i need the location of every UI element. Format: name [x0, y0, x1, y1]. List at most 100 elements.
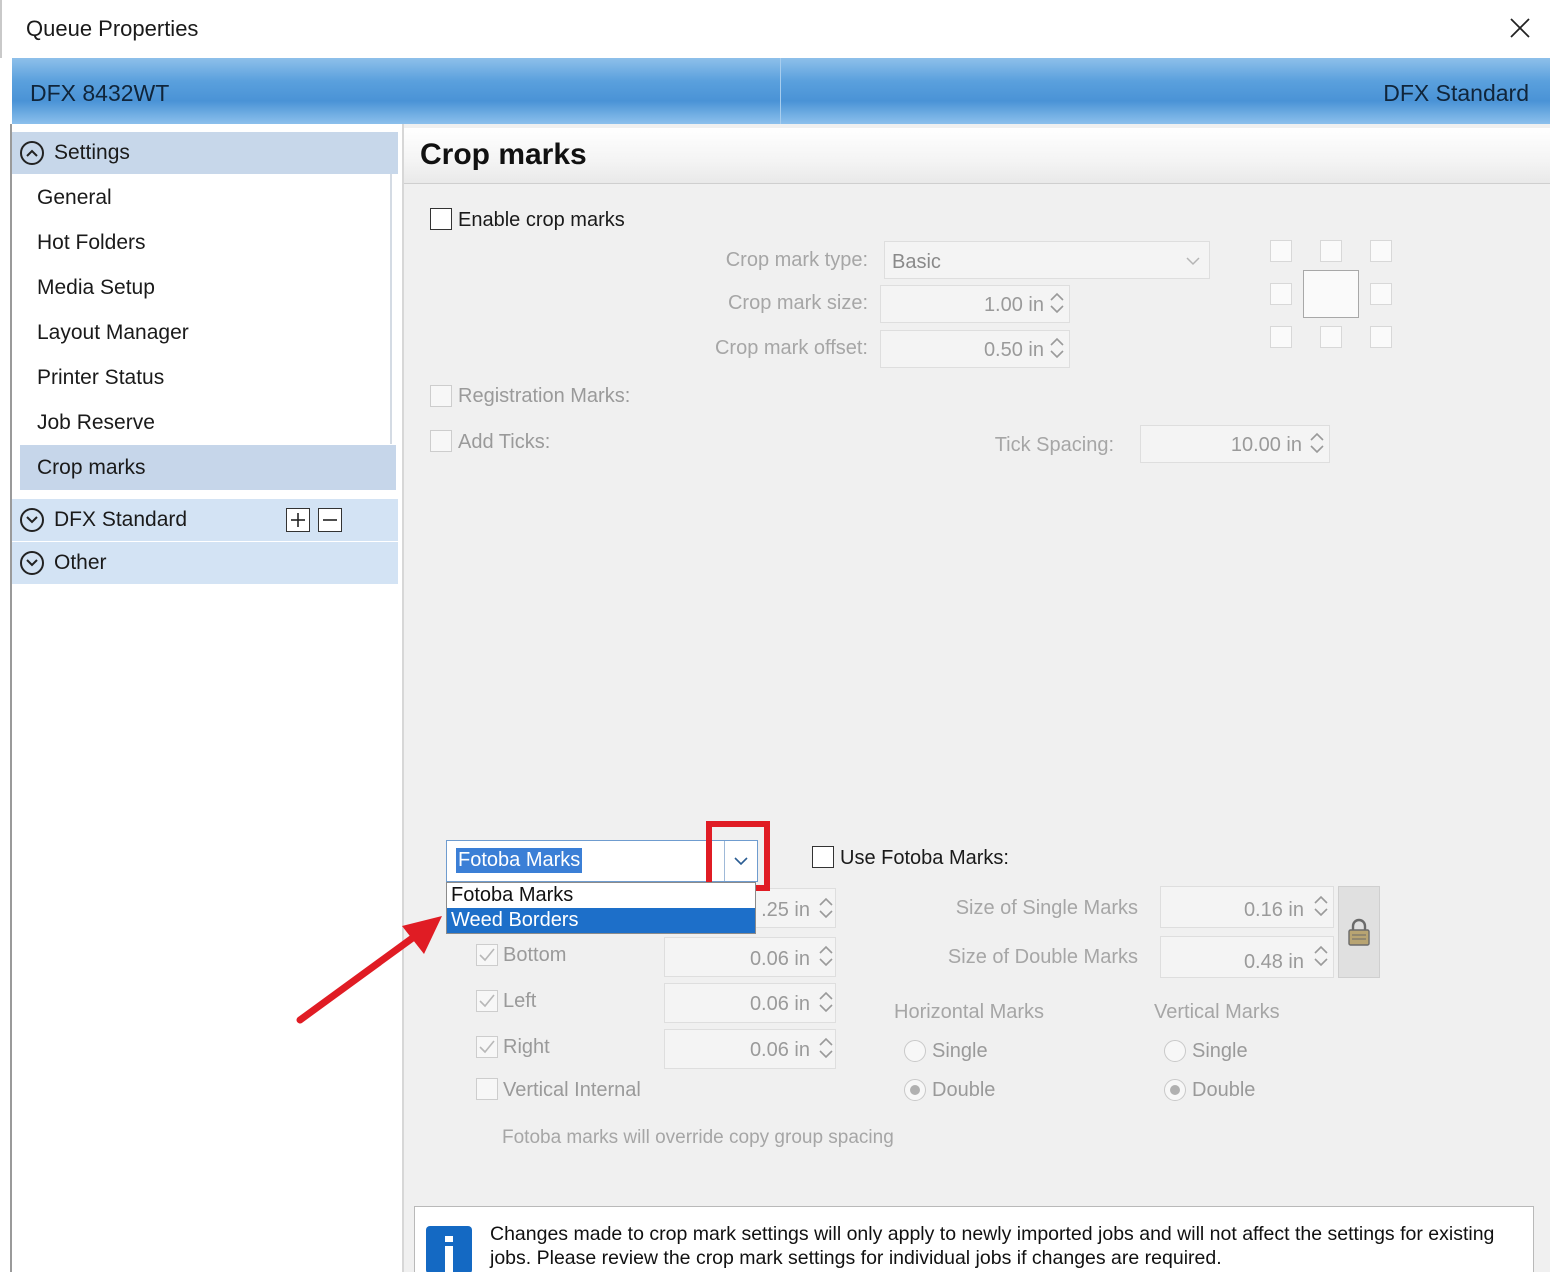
- horizontal-double-radio[interactable]: [904, 1079, 926, 1101]
- queue-header: [12, 58, 1550, 124]
- chevron-down-icon: [20, 508, 44, 532]
- fotoba-mode-value: Fotoba Marks: [456, 848, 583, 873]
- info-message-line-1: Changes made to crop mark settings will …: [490, 1223, 1495, 1245]
- bottom-margin-value: 0.06 in: [749, 948, 810, 970]
- size-double-marks-label: Size of Double Marks: [947, 946, 1138, 968]
- vertical-internal-checkbox[interactable]: [476, 1078, 498, 1100]
- dfx-standard-section-label: DFX Standard: [54, 508, 188, 531]
- close-button[interactable]: [1500, 8, 1540, 48]
- position-middle-right-checkbox[interactable]: [1370, 283, 1392, 305]
- position-bottom-center-checkbox[interactable]: [1320, 326, 1342, 348]
- position-top-center-checkbox[interactable]: [1320, 240, 1342, 262]
- sidebar-item-crop-marks[interactable]: Crop marks: [20, 445, 396, 490]
- right-margin-value: 0.06 in: [749, 1039, 810, 1061]
- size-double-marks-value: 0.48 in: [1243, 951, 1304, 973]
- sidebar-item-media-setup[interactable]: Media Setup: [20, 265, 392, 310]
- sidebar-item-hot-folders[interactable]: Hot Folders: [20, 220, 392, 265]
- position-bottom-right-checkbox[interactable]: [1370, 326, 1392, 348]
- use-fotoba-marks-checkbox[interactable]: [812, 846, 834, 868]
- spinner-icon[interactable]: [817, 943, 835, 969]
- enable-crop-marks-label: Enable crop marks: [458, 209, 625, 231]
- settings-section-header[interactable]: Settings: [12, 132, 398, 174]
- horizontal-marks-label: Horizontal Marks: [894, 1001, 1045, 1023]
- crop-mark-size-value: 1.00 in: [983, 294, 1044, 316]
- fotoba-override-note: Fotoba marks will override copy group sp…: [502, 1127, 894, 1148]
- info-message-line-2: jobs. Please review the crop mark settin…: [490, 1247, 1222, 1269]
- printer-name: DFX 8432WT: [30, 80, 170, 106]
- vertical-double-label: Double: [1192, 1079, 1256, 1101]
- spinner-icon[interactable]: [1048, 290, 1066, 316]
- position-bottom-left-checkbox[interactable]: [1270, 326, 1292, 348]
- minus-icon: [323, 519, 337, 521]
- left-checkbox[interactable]: [476, 990, 498, 1012]
- add-ticks-label: Add Ticks:: [458, 431, 551, 453]
- spinner-icon[interactable]: [1308, 430, 1326, 456]
- use-fotoba-marks-label: Use Fotoba Marks:: [840, 847, 1009, 869]
- window-title: Queue Properties: [26, 16, 199, 41]
- spinner-icon[interactable]: [1312, 943, 1330, 969]
- enable-crop-marks-checkbox[interactable]: [430, 208, 452, 230]
- spinner-icon[interactable]: [1048, 335, 1066, 361]
- sidebar-item-job-reserve[interactable]: Job Reserve: [20, 400, 392, 445]
- dropdown-option-weed-borders[interactable]: Weed Borders: [447, 908, 755, 933]
- left-label: Left: [503, 990, 537, 1012]
- right-label: Right: [503, 1036, 550, 1058]
- spinner-icon[interactable]: [1312, 893, 1330, 919]
- info-icon: [426, 1226, 472, 1272]
- add-profile-button[interactable]: [286, 508, 310, 532]
- chevron-up-icon: [20, 141, 44, 165]
- bottom-label: Bottom: [503, 944, 567, 966]
- crop-mark-offset-label: Crop mark offset:: [714, 337, 868, 359]
- sidebar-item-general[interactable]: General: [20, 175, 392, 220]
- horizontal-single-label: Single: [932, 1040, 988, 1062]
- vertical-marks-label: Vertical Marks: [1154, 1001, 1280, 1023]
- annotation-highlight-box: [706, 821, 770, 891]
- sidebar-item-layout-manager[interactable]: Layout Manager: [20, 310, 392, 355]
- horizontal-double-label: Double: [932, 1079, 996, 1101]
- bottom-checkbox[interactable]: [476, 944, 498, 966]
- vertical-double-radio[interactable]: [1164, 1079, 1186, 1101]
- sidebar-item-printer-status[interactable]: Printer Status: [20, 355, 392, 400]
- other-section-label: Other: [54, 551, 107, 574]
- checkmark-icon: [479, 1040, 495, 1054]
- spinner-icon[interactable]: [817, 1035, 835, 1061]
- left-margin-value: 0.06 in: [749, 993, 810, 1015]
- annotation-arrow-icon: [296, 916, 442, 1024]
- plus-icon: [291, 513, 305, 527]
- page-preview: [1303, 270, 1359, 318]
- dropdown-option-fotoba-marks[interactable]: Fotoba Marks: [447, 883, 755, 908]
- checkmark-icon: [479, 948, 495, 962]
- crop-mark-offset-value: 0.50 in: [983, 339, 1044, 361]
- size-single-marks-value: 0.16 in: [1243, 899, 1304, 921]
- vertical-single-label: Single: [1192, 1040, 1248, 1062]
- profile-name: DFX Standard: [1383, 80, 1529, 106]
- horizontal-single-radio[interactable]: [904, 1040, 926, 1062]
- settings-section-label: Settings: [54, 141, 130, 164]
- size-single-marks-label: Size of Single Marks: [955, 897, 1138, 919]
- title-bar: [0, 0, 1557, 58]
- position-top-right-checkbox[interactable]: [1370, 240, 1392, 262]
- panel-title: Crop marks: [420, 138, 587, 171]
- registration-marks-checkbox[interactable]: [430, 385, 452, 407]
- remove-profile-button[interactable]: [318, 508, 342, 532]
- right-checkbox[interactable]: [476, 1036, 498, 1058]
- crop-mark-type-value: Basic: [892, 251, 941, 273]
- checkmark-icon: [479, 994, 495, 1008]
- chevron-down-icon: [1186, 257, 1200, 266]
- spinner-icon[interactable]: [817, 895, 835, 921]
- tick-spacing-value: 10.00 in: [1230, 434, 1302, 456]
- crop-mark-size-label: Crop mark size:: [727, 292, 868, 314]
- header-divider: [780, 58, 781, 124]
- spinner-icon[interactable]: [817, 989, 835, 1015]
- position-top-left-checkbox[interactable]: [1270, 240, 1292, 262]
- lock-icon: [1348, 918, 1370, 946]
- vertical-single-radio[interactable]: [1164, 1040, 1186, 1062]
- registration-marks-label: Registration Marks:: [458, 385, 631, 407]
- close-icon: [1510, 18, 1530, 38]
- lock-ratio-button[interactable]: [1338, 886, 1380, 978]
- chevron-down-icon: [20, 551, 44, 575]
- other-section-header[interactable]: Other: [12, 542, 398, 584]
- add-ticks-checkbox[interactable]: [430, 430, 452, 452]
- info-message: Changes made to crop mark settings will …: [490, 1222, 1530, 1270]
- position-middle-left-checkbox[interactable]: [1270, 283, 1292, 305]
